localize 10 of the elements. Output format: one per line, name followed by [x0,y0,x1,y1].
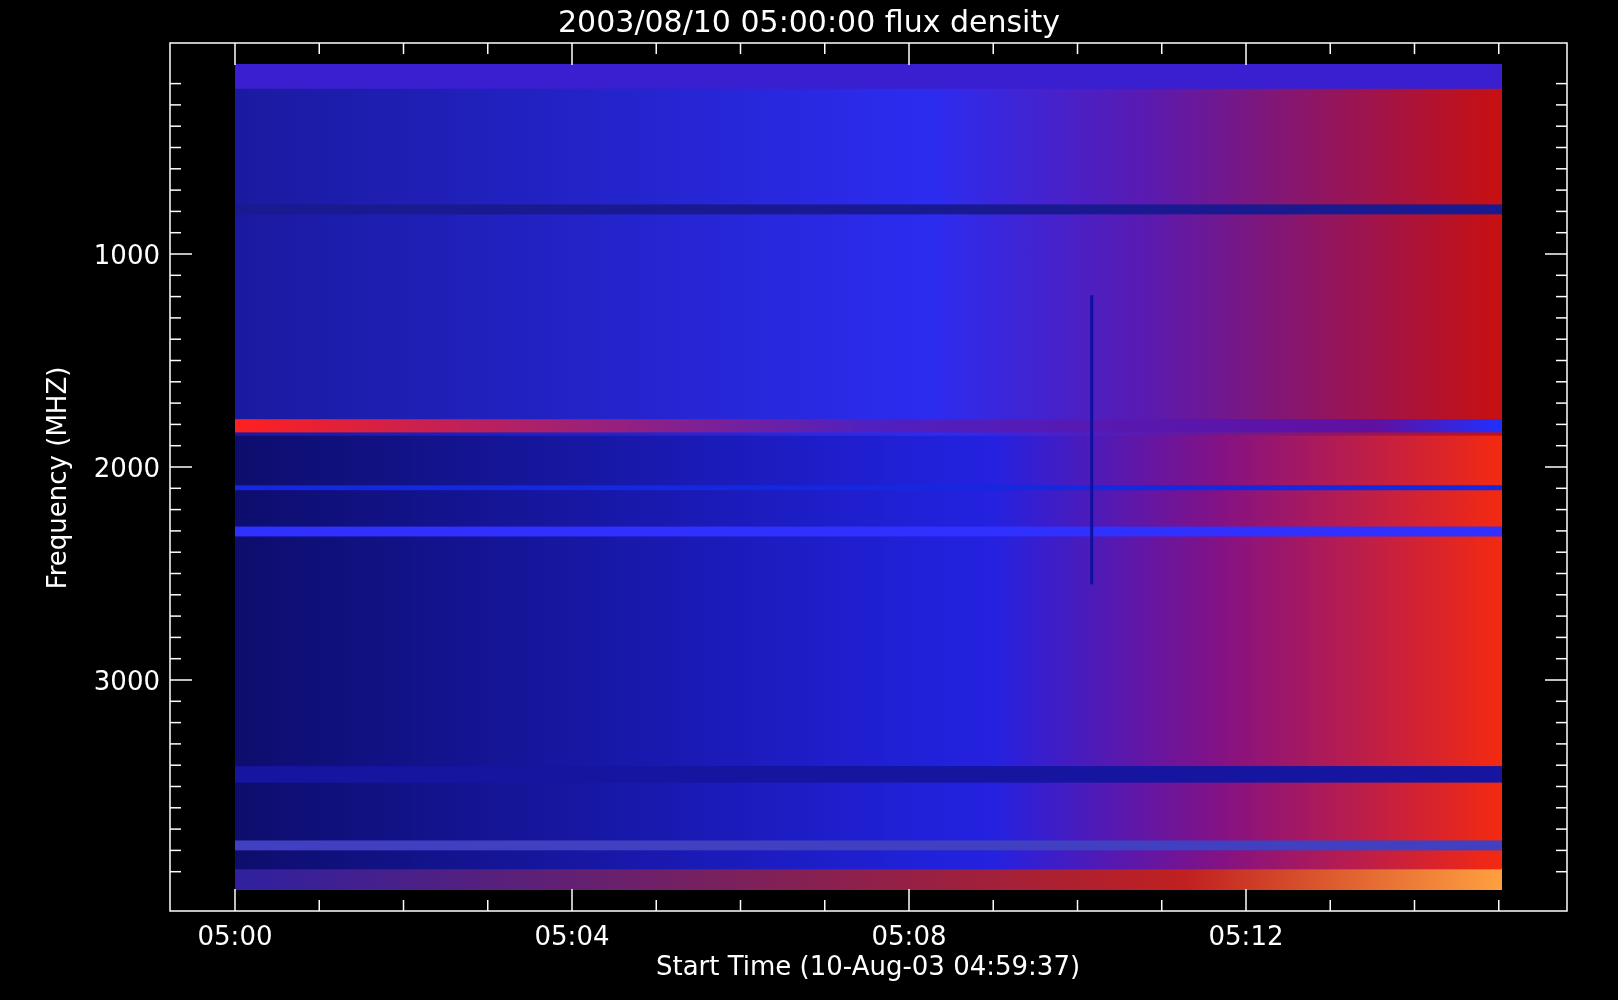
x-axis-label: Start Time (10-Aug-03 04:59:37) [655,951,1081,981]
y-tick-label: 3000 [93,666,160,696]
y-tick-label: 2000 [93,453,160,483]
y-axis-label: Frequency (MHZ) [42,366,72,590]
x-tick-label: 05:08 [871,921,947,951]
x-tick-label: 05:12 [1208,921,1284,951]
plot-title: 2003/08/10 05:00:00 flux density [558,4,1060,39]
y-tick-label: 1000 [93,240,160,270]
x-tick-label: 05:04 [534,921,610,951]
x-tick-label: 05:00 [197,921,273,951]
